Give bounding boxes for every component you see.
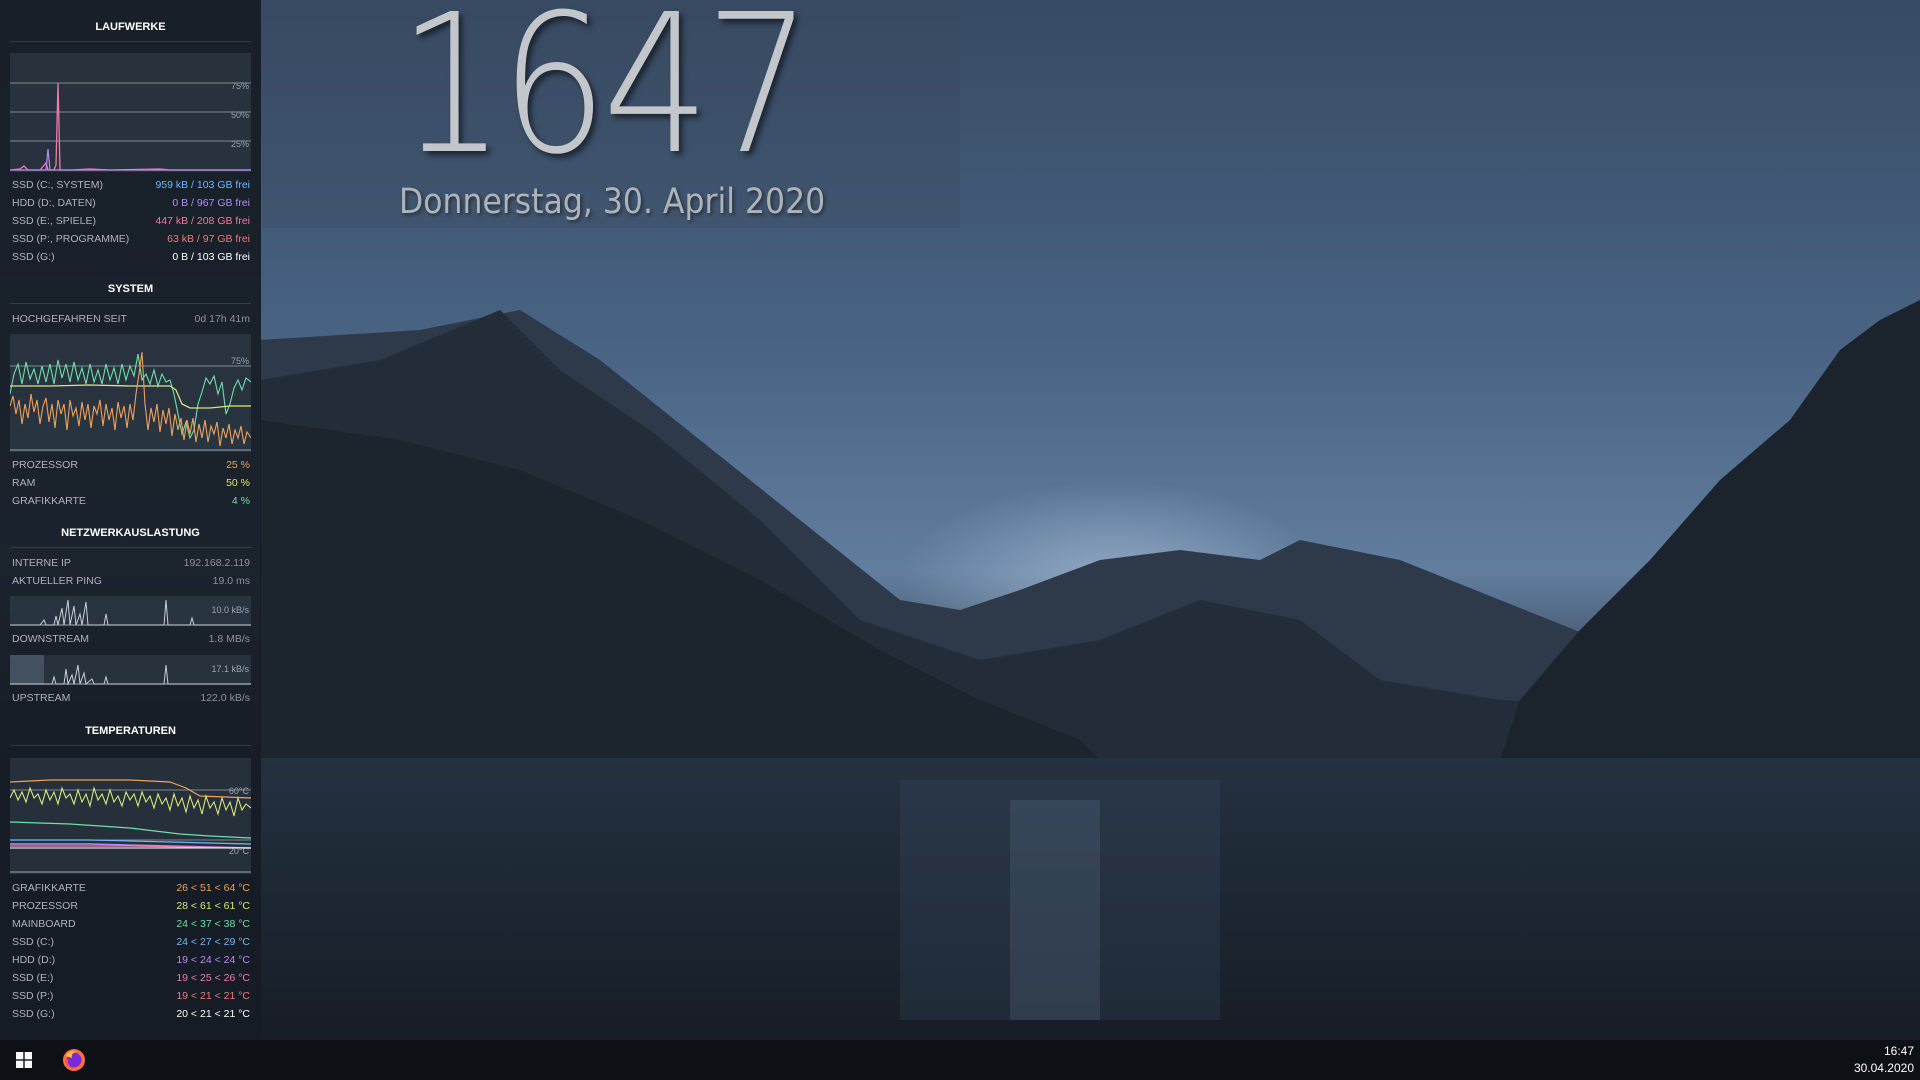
drives-tick-25: 25% <box>231 139 249 149</box>
drive-value: 0 B / 103 GB frei <box>172 251 250 263</box>
uptime-row: HOCHGEFAHREN SEIT 0d 17h 41m <box>12 311 250 327</box>
temp-value: 19 < 21 < 21 °C <box>176 990 250 1002</box>
temp-row-ssd-c: SSD (C:) 24 < 27 < 29 °C <box>12 934 250 950</box>
clock-time: 1647 <box>398 0 812 197</box>
drive-value: 447 kB / 208 GB frei <box>155 215 250 227</box>
uptime-value: 0d 17h 41m <box>194 313 250 325</box>
ping-value: 19.0 ms <box>212 575 250 587</box>
drive-value: 0 B / 967 GB frei <box>172 197 250 209</box>
temp-value: 24 < 37 < 38 °C <box>176 918 250 930</box>
tray-date: 30.04.2020 <box>1853 1061 1914 1075</box>
drives-tick-75: 75% <box>231 81 249 91</box>
drive-label: SSD (G:) <box>12 251 55 263</box>
temperature-graph: 60°C 20°C <box>10 758 251 874</box>
temp-row-hdd-d: HDD (D:) 19 < 24 < 24 °C <box>12 952 250 968</box>
gpu-row: GRAFIKKARTE 4 % <box>12 493 250 509</box>
tray-clock[interactable]: 16:47 30.04.2020 <box>1854 1043 1914 1077</box>
temp-tick-60: 60°C <box>229 786 250 796</box>
system-tick-75: 75% <box>231 356 249 366</box>
cpu-value: 25 % <box>226 459 250 471</box>
drive-label: SSD (P:, PROGRAMME) <box>12 233 130 245</box>
uptime-label: HOCHGEFAHREN SEIT <box>12 313 127 325</box>
drive-row-p: SSD (P:, PROGRAMME) 63 kB / 97 GB frei <box>12 231 250 247</box>
upstream-graph: 17.1 kB/s <box>10 655 251 685</box>
ram-label: RAM <box>12 477 36 489</box>
ip-value: 192.168.2.119 <box>183 557 250 569</box>
ram-row: RAM 50 % <box>12 475 250 491</box>
temp-label: GRAFIKKARTE <box>12 882 86 894</box>
downstream-graph: 10.0 kB/s <box>10 596 251 626</box>
cpu-row: PROZESSOR 25 % <box>12 457 250 473</box>
drive-value: 63 kB / 97 GB frei <box>167 233 250 245</box>
downstream-scale: 10.0 kB/s <box>211 605 249 615</box>
upstream-label: UPSTREAM <box>12 692 71 704</box>
drives-activity-graph: 75% 50% 25% <box>10 53 251 172</box>
temp-value: 24 < 27 < 29 °C <box>176 936 250 948</box>
taskbar-firefox-button[interactable] <box>50 1040 98 1080</box>
firefox-icon <box>63 1049 85 1071</box>
temp-label: HDD (D:) <box>12 954 56 966</box>
ram-value: 50 % <box>226 477 250 489</box>
clock-date: Donnerstag, 30. April 2020 <box>399 182 826 222</box>
drive-row-c: SSD (C:, SYSTEM) 959 kB / 103 GB frei <box>12 177 250 193</box>
section-title-drives: LAUFWERKE <box>10 21 251 42</box>
windows-logo-icon <box>16 1052 32 1068</box>
start-button[interactable] <box>0 1040 48 1080</box>
temp-label: SSD (C:) <box>12 936 54 948</box>
tray-time: 16:47 <box>1883 1044 1914 1058</box>
drive-label: SSD (E:, SPIELE) <box>12 215 97 227</box>
drive-label: SSD (C:, SYSTEM) <box>12 179 104 191</box>
downstream-value: 1.8 MB/s <box>208 633 250 645</box>
ping-label: AKTUELLER PING <box>12 575 102 587</box>
temp-label: PROZESSOR <box>12 900 78 912</box>
system-usage-graph: 75% <box>10 334 251 452</box>
temp-row-mainboard: MAINBOARD 24 < 37 < 38 °C <box>12 916 250 932</box>
cpu-label: PROZESSOR <box>12 459 78 471</box>
drive-row-e: SSD (E:, SPIELE) 447 kB / 208 GB frei <box>12 213 250 229</box>
temp-value: 19 < 24 < 24 °C <box>176 954 250 966</box>
downstream-label: DOWNSTREAM <box>12 633 89 645</box>
temp-label: SSD (P:) <box>12 990 54 1002</box>
temp-value: 28 < 61 < 61 °C <box>176 900 250 912</box>
temp-value: 20 < 21 < 21 °C <box>176 1008 250 1020</box>
taskbar: 16:47 30.04.2020 <box>0 1040 1920 1080</box>
upstream-row: UPSTREAM 122.0 kB/s <box>12 690 250 706</box>
upstream-scale: 17.1 kB/s <box>211 664 249 674</box>
drives-tick-50: 50% <box>231 110 249 120</box>
temp-value: 26 < 51 < 64 °C <box>176 882 250 894</box>
temp-label: SSD (E:) <box>12 972 54 984</box>
temp-label: SSD (G:) <box>12 1008 55 1020</box>
ping-row: AKTUELLER PING 19.0 ms <box>12 573 250 589</box>
section-title-temperatures: TEMPERATUREN <box>10 725 251 746</box>
temp-row-cpu: PROZESSOR 28 < 61 < 61 °C <box>12 898 250 914</box>
gpu-value: 4 % <box>231 495 250 507</box>
temp-label: MAINBOARD <box>12 918 76 930</box>
temp-value: 19 < 25 < 26 °C <box>176 972 250 984</box>
drive-label: HDD (D:, DATEN) <box>12 197 96 209</box>
gpu-label: GRAFIKKARTE <box>12 495 86 507</box>
downstream-row: DOWNSTREAM 1.8 MB/s <box>12 631 250 647</box>
drive-row-d: HDD (D:, DATEN) 0 B / 967 GB frei <box>12 195 250 211</box>
temp-row-ssd-e: SSD (E:) 19 < 25 < 26 °C <box>12 970 250 986</box>
ip-label: INTERNE IP <box>12 557 71 569</box>
ip-row: INTERNE IP 192.168.2.119 <box>12 555 250 571</box>
temp-row-gpu: GRAFIKKARTE 26 < 51 < 64 °C <box>12 880 250 896</box>
system-monitor-sidebar: LAUFWERKE 75% 50% 25% SSD (C:, SYSTEM) 9… <box>0 0 261 1040</box>
drive-row-g: SSD (G:) 0 B / 103 GB frei <box>12 249 250 265</box>
drive-value: 959 kB / 103 GB frei <box>155 179 250 191</box>
section-title-network: NETZWERKAUSLASTUNG <box>10 527 251 548</box>
section-title-system: SYSTEM <box>10 283 251 304</box>
temp-row-ssd-p: SSD (P:) 19 < 21 < 21 °C <box>12 988 250 1004</box>
temp-row-ssd-g: SSD (G:) 20 < 21 < 21 °C <box>12 1006 250 1022</box>
upstream-value: 122.0 kB/s <box>200 692 250 704</box>
